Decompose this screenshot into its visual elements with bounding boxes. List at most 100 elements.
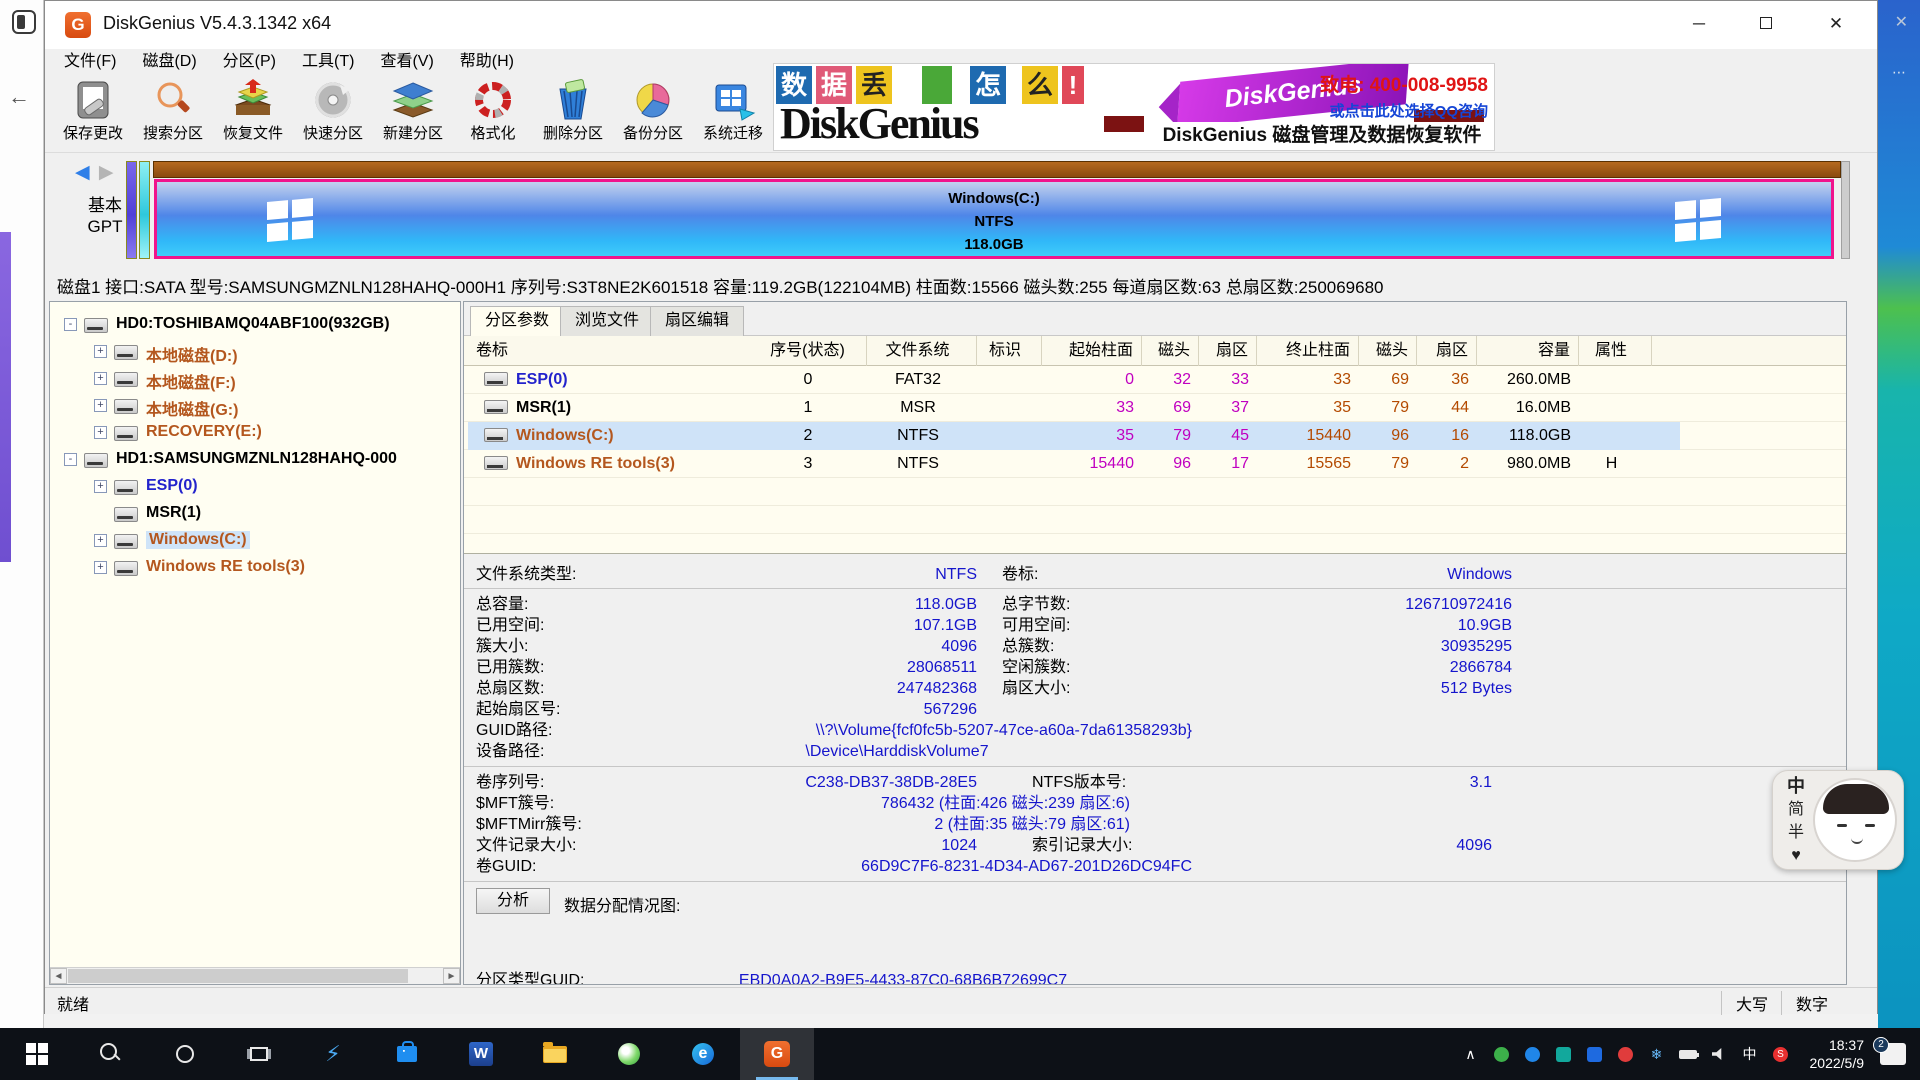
green-sphere-icon — [618, 1043, 640, 1065]
delete-partition-button[interactable]: 删除分区 — [533, 77, 613, 151]
ime-floating-widget[interactable]: 中 简 半 ♥ — [1772, 770, 1904, 870]
tree-item-local-f[interactable]: + 本地磁盘(F:) — [50, 366, 460, 392]
tree-item-esp[interactable]: + ESP(0) — [50, 474, 460, 500]
tree-item-hd0[interactable]: - HD0:TOSHIBAMQ04ABF100(932GB) — [50, 312, 460, 338]
analyze-button[interactable]: 分析 — [476, 888, 550, 914]
banner-logo-text: DiskGenius — [780, 98, 978, 149]
partition-scroll-right-icon[interactable]: ▶ — [99, 162, 114, 183]
expander-icon[interactable]: + — [94, 345, 107, 358]
table-row-windows-c-selected[interactable]: Windows(C:) 2 NTFS 35 79 45 15440 96 16 … — [464, 422, 1846, 450]
banner-fragment — [1104, 116, 1144, 132]
menu-tools[interactable]: 工具(T) — [289, 49, 367, 75]
ime-heart-icon[interactable]: ♥ — [1783, 844, 1809, 867]
partition-block-esp[interactable] — [126, 161, 137, 259]
diskgenius-taskbar-button[interactable]: G — [740, 1028, 814, 1080]
tree-item-windows-re[interactable]: + Windows RE tools(3) — [50, 555, 460, 581]
expander-icon[interactable]: - — [64, 453, 77, 466]
banner-tile: ! — [1062, 66, 1084, 104]
battery-icon[interactable] — [1676, 1050, 1700, 1059]
quick-partition-button[interactable]: 快速分区 — [293, 77, 373, 151]
sogou-icon[interactable]: S — [1769, 1047, 1793, 1062]
tray-chevron-up[interactable]: ∧ — [1459, 1046, 1483, 1063]
scroll-thumb[interactable] — [68, 969, 408, 983]
ime-zh-icon[interactable]: 中 — [1738, 1044, 1762, 1064]
tree-item-msr[interactable]: MSR(1) — [50, 501, 460, 527]
save-changes-button[interactable]: 保存更改 — [53, 77, 133, 151]
banner-ad[interactable]: 数 据 丢 怎 么 ! DiskGenius DiskGenius 致电: 40… — [773, 63, 1495, 151]
tree-item-local-d[interactable]: + 本地磁盘(D:) — [50, 339, 460, 365]
expander-icon[interactable]: + — [94, 561, 107, 574]
pinned-app-lightning[interactable]: ⚡ — [296, 1028, 370, 1080]
partition-bar-scrollbar[interactable] — [1841, 161, 1850, 259]
ime-mode-chinese[interactable]: 中 — [1783, 775, 1809, 798]
new-partition-button[interactable]: 新建分区 — [373, 77, 453, 151]
expander-icon[interactable]: + — [94, 480, 107, 493]
partition-icon — [114, 345, 138, 360]
tree-item-hd1[interactable]: - HD1:SAMSUNGMZNLN128HAHQ-000 — [50, 447, 460, 473]
tab-sector-edit[interactable]: 扇区编辑 — [650, 306, 744, 336]
system-migrate-button[interactable]: 系统迁移 — [693, 77, 773, 151]
green-app-icon[interactable] — [1490, 1047, 1514, 1062]
partition-scroll-left-icon[interactable]: ◀ — [75, 162, 90, 183]
ime-avatar[interactable] — [1813, 778, 1897, 862]
edge-icon: e — [692, 1043, 714, 1065]
menu-partition[interactable]: 分区(P) — [210, 49, 289, 75]
partition-icon — [114, 561, 138, 576]
search-partition-button[interactable]: 搜索分区 — [133, 77, 213, 151]
edge-button[interactable]: e — [666, 1028, 740, 1080]
menu-disk[interactable]: 磁盘(D) — [129, 49, 209, 75]
tab-browse-files[interactable]: 浏览文件 — [560, 306, 654, 336]
word-button[interactable]: W — [444, 1028, 518, 1080]
table-row-msr[interactable]: MSR(1) 1 MSR 33 69 37 35 79 44 16.0MB — [464, 394, 1846, 422]
banner-qq-link[interactable]: 或点击此处选择QQ咨询 — [1320, 100, 1488, 121]
red-app-icon[interactable] — [1614, 1047, 1638, 1062]
blue-square-icon[interactable] — [1583, 1047, 1607, 1062]
status-ready: 就绪 — [57, 991, 89, 1015]
expander-icon[interactable]: + — [94, 426, 107, 439]
file-explorer-button[interactable] — [518, 1028, 592, 1080]
minimize-button[interactable]: ─ — [1676, 1, 1722, 47]
volume-icon[interactable] — [1707, 1048, 1731, 1060]
scroll-right-icon[interactable]: ► — [443, 968, 460, 984]
format-button[interactable]: 格式化 — [453, 77, 533, 151]
table-row-windows-re[interactable]: Windows RE tools(3) 3 NTFS 15440 96 17 1… — [464, 450, 1846, 478]
expander-icon[interactable]: + — [94, 399, 107, 412]
backup-partition-button[interactable]: 备份分区 — [613, 77, 693, 151]
pinned-app-green[interactable] — [592, 1028, 666, 1080]
task-view-icon — [250, 1047, 268, 1061]
tab-partition-params[interactable]: 分区参数 — [470, 306, 564, 337]
menu-view[interactable]: 查看(V) — [367, 49, 446, 75]
table-row-esp[interactable]: ESP(0) 0 FAT32 0 32 33 33 69 36 260.0MB — [464, 366, 1846, 394]
ime-mode-simplified[interactable]: 简 — [1783, 798, 1809, 821]
titlebar[interactable]: G DiskGenius V5.4.3.1342 x64 ─ ✕ — [45, 1, 1877, 49]
desktop-wallpaper-strip: ✕ ⋯ — [1878, 0, 1920, 1028]
tree-horizontal-scrollbar[interactable]: ◄ ► — [50, 967, 460, 984]
expander-icon[interactable]: - — [64, 318, 77, 331]
start-icon — [26, 1043, 48, 1065]
partition-block-msr[interactable] — [139, 161, 150, 259]
start-button[interactable] — [0, 1028, 74, 1080]
blue-circle-icon[interactable] — [1521, 1047, 1545, 1062]
tree-item-recovery-e[interactable]: + RECOVERY(E:) — [50, 420, 460, 446]
recover-files-button[interactable]: 恢复文件 — [213, 77, 293, 151]
menu-file[interactable]: 文件(F) — [51, 49, 129, 75]
taskbar-search-button[interactable] — [74, 1028, 148, 1080]
snowflake-icon[interactable]: ❄ — [1645, 1046, 1669, 1063]
close-button[interactable]: ✕ — [1813, 1, 1859, 47]
taskbar-clock[interactable]: 18:37 2022/5/9 — [1810, 1036, 1865, 1072]
scroll-left-icon[interactable]: ◄ — [50, 968, 67, 984]
partition-block-windows-c[interactable]: Windows(C:) NTFS 118.0GB — [154, 179, 1834, 259]
notification-center-button[interactable]: 2 — [1880, 1043, 1906, 1065]
maximize-button[interactable] — [1743, 1, 1789, 47]
search-partition-icon — [150, 79, 196, 121]
ime-mode-halfwidth[interactable]: 半 — [1783, 821, 1809, 844]
cortana-button[interactable] — [148, 1028, 222, 1080]
task-view-button[interactable] — [222, 1028, 296, 1080]
menu-help[interactable]: 帮助(H) — [447, 49, 527, 75]
expander-icon[interactable]: + — [94, 534, 107, 547]
microsoft-store-button[interactable] — [370, 1028, 444, 1080]
tree-item-windows-c[interactable]: + Windows(C:) — [50, 528, 460, 554]
tree-item-local-g[interactable]: + 本地磁盘(G:) — [50, 393, 460, 419]
teal-app-icon[interactable] — [1552, 1047, 1576, 1062]
expander-icon[interactable]: + — [94, 372, 107, 385]
